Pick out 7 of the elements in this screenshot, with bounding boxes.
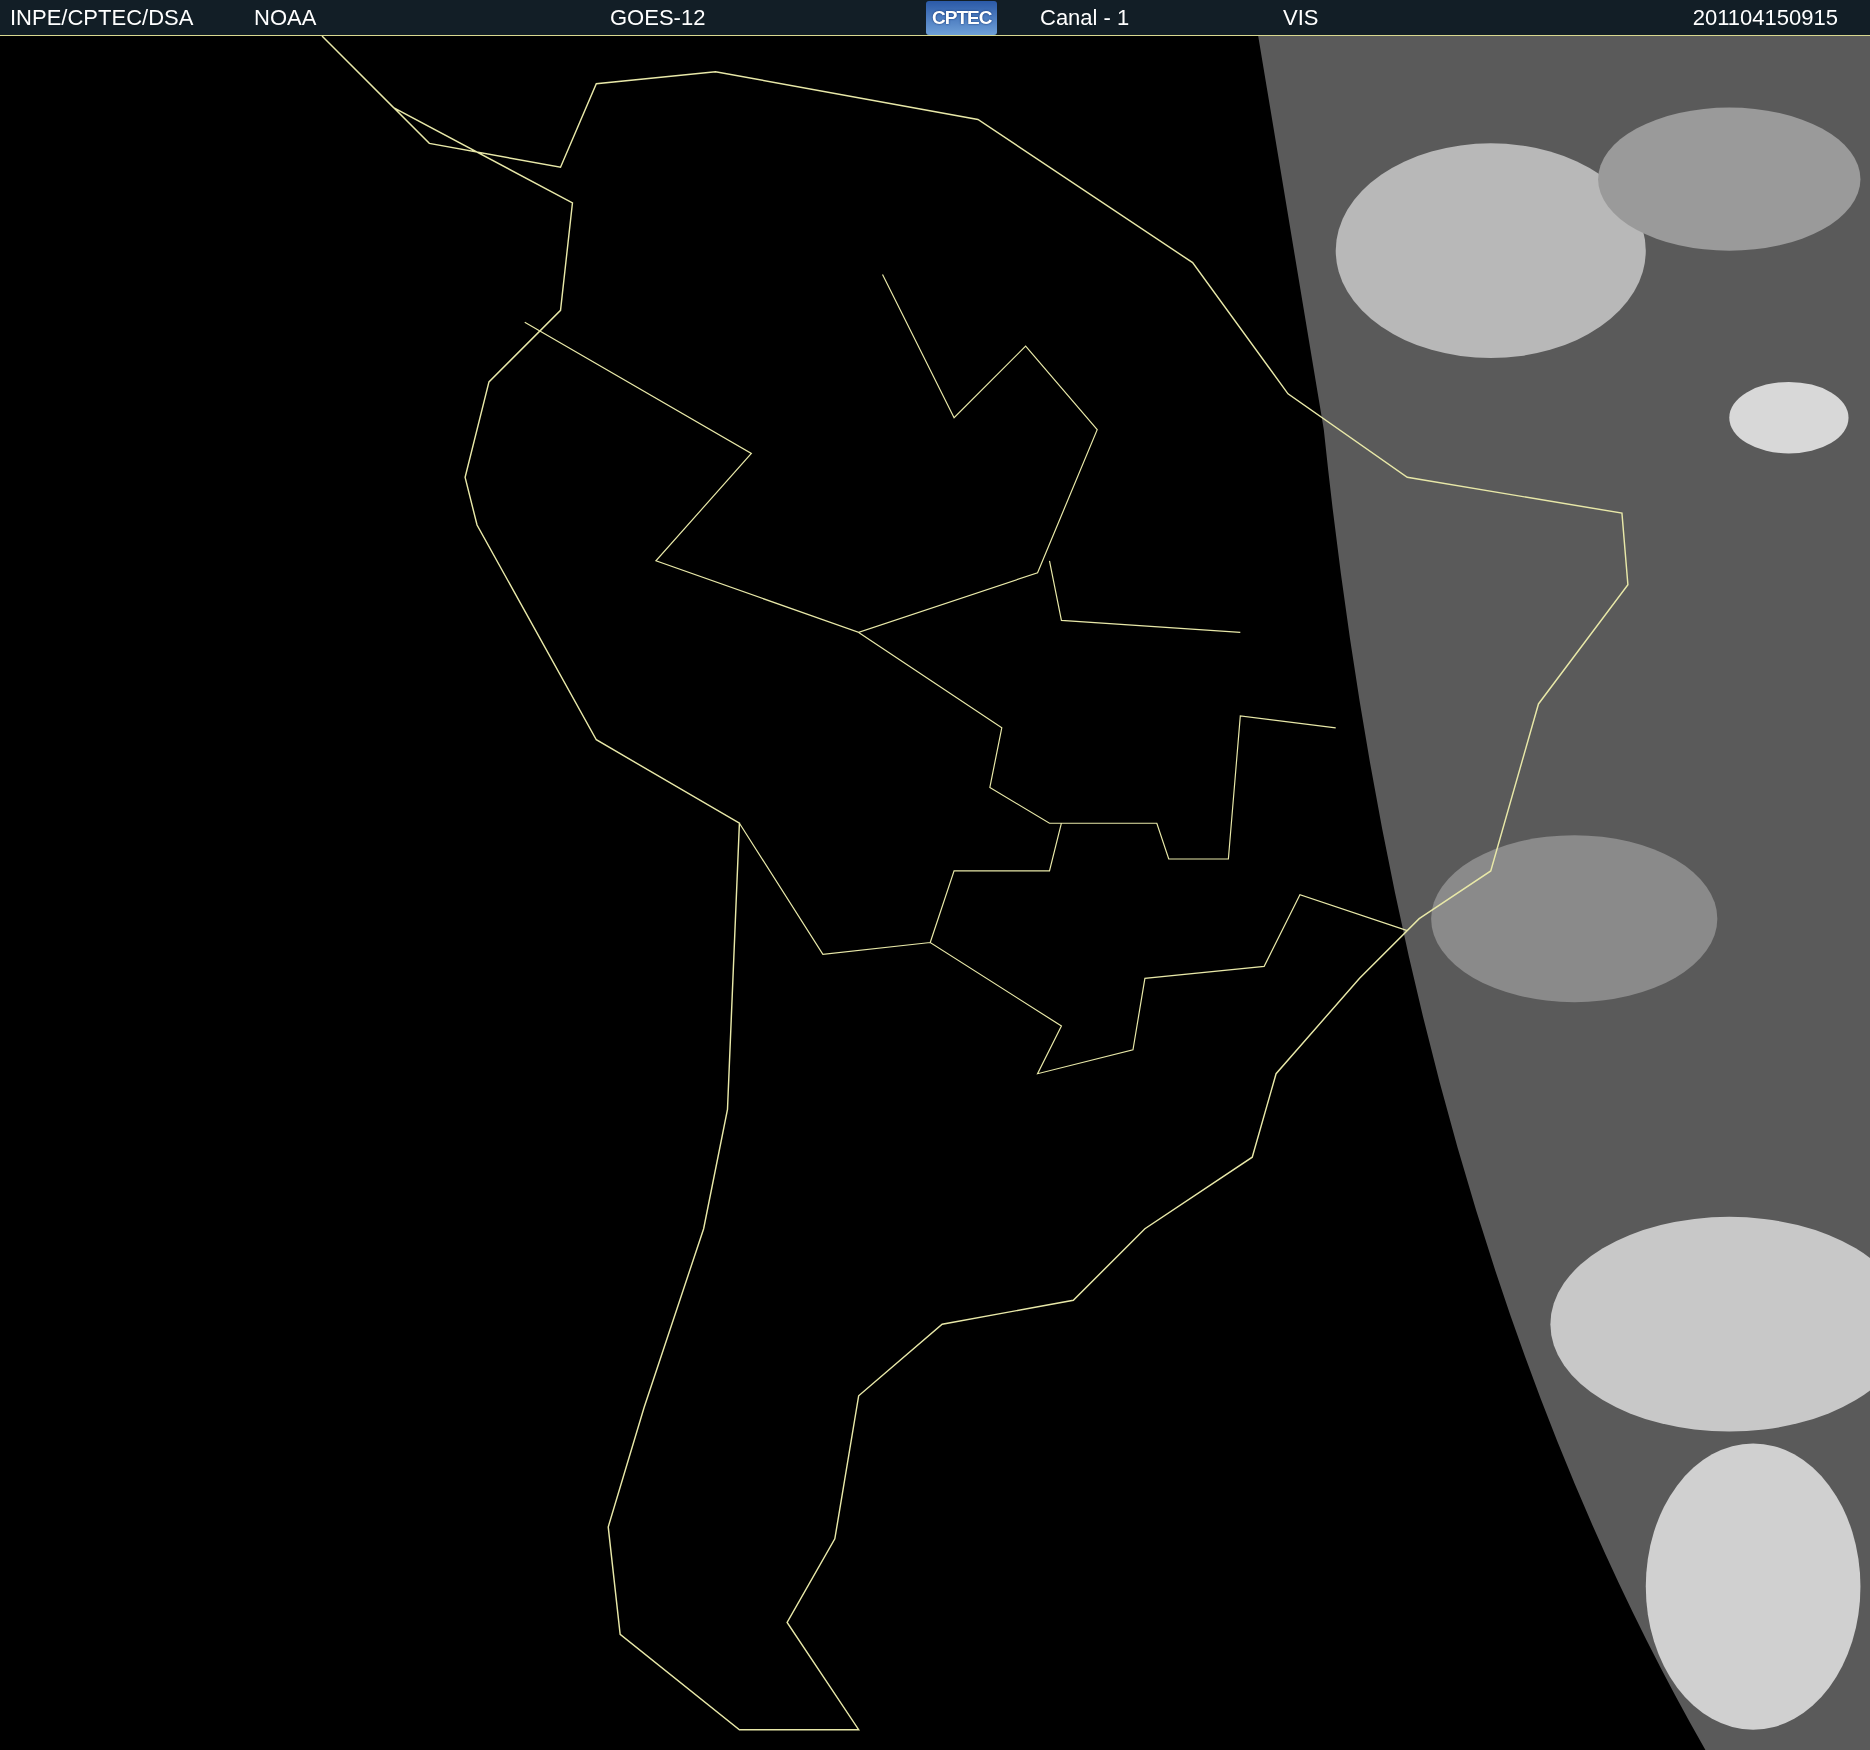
header-label: 201104150915 <box>1692 4 1839 31</box>
header-label: VIS <box>1283 4 1319 31</box>
header-label: NOAA <box>254 4 317 31</box>
logo: CPTEC <box>926 0 998 35</box>
header-label: GOES-12 <box>610 4 706 31</box>
header-label: INPE/CPTEC/DSA <box>10 4 194 31</box>
header-label: Canal - 1 <box>1040 4 1130 31</box>
